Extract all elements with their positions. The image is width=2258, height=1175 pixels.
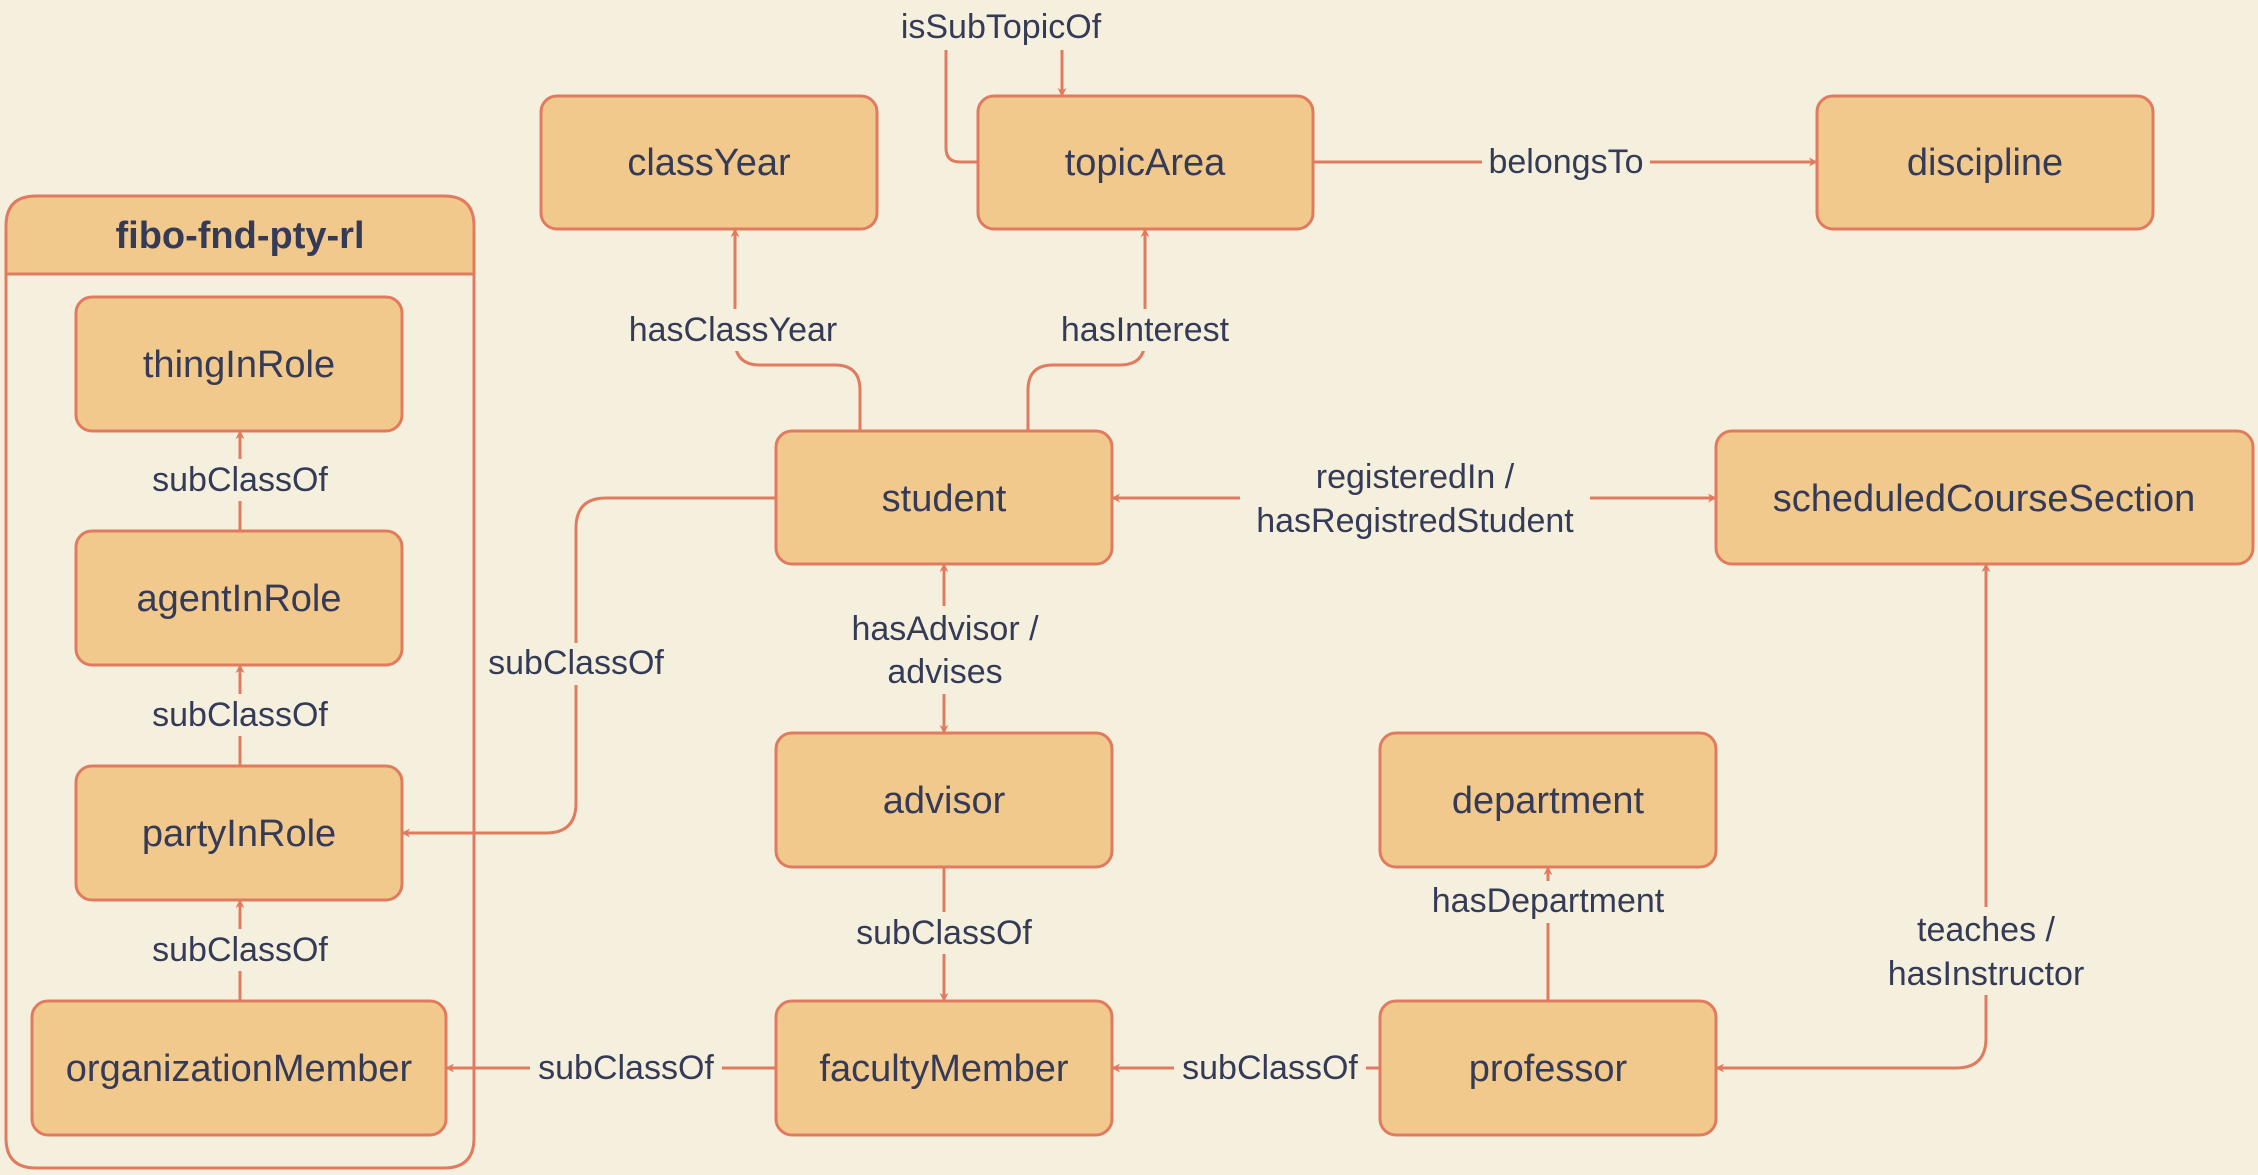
group-title: fibo-fnd-pty-rl	[115, 215, 364, 257]
node-label: organizationMember	[66, 1048, 413, 1090]
edge-isSubTopicOf	[944, 50, 978, 164]
edge-label-student-subClassOf[interactable]: subClassOf	[488, 644, 664, 682]
node-label: professor	[1469, 1048, 1628, 1090]
edge-label-hasClassYear[interactable]: hasClassYear	[629, 311, 838, 349]
node-professor[interactable]: professor	[1378, 999, 1718, 1137]
node-student[interactable]: student	[774, 429, 1114, 566]
node-thingInRole[interactable]: thingInRole	[74, 295, 404, 433]
edge-label-party-subClassOf[interactable]: subClassOf	[152, 696, 328, 734]
edge-label-agent-subClassOf[interactable]: subClassOf	[152, 461, 328, 499]
edge-label-advisor-subClassOf[interactable]: subClassOf	[856, 914, 1032, 952]
node-label: thingInRole	[143, 344, 335, 386]
node-organizationMember[interactable]: organizationMember	[30, 999, 448, 1137]
node-classYear[interactable]: classYear	[539, 94, 879, 231]
edge-label-registeredIn-line1[interactable]: registeredIn /	[1316, 458, 1515, 496]
node-scheduledCourseSection[interactable]: scheduledCourseSection	[1714, 429, 2255, 566]
edge-label-teaches-line2[interactable]: hasInstructor	[1888, 955, 2085, 993]
node-label: discipline	[1907, 142, 2063, 184]
edge-label-registeredIn-line2[interactable]: hasRegistredStudent	[1256, 502, 1574, 540]
node-label: scheduledCourseSection	[1773, 478, 2196, 520]
node-facultyMember[interactable]: facultyMember	[774, 999, 1114, 1137]
node-label: facultyMember	[819, 1048, 1069, 1090]
edge-label-hasAdvisor-line2[interactable]: advises	[887, 653, 1002, 691]
edge-label-hasAdvisor-line1[interactable]: hasAdvisor /	[851, 610, 1039, 648]
edge-label-belongsTo[interactable]: belongsTo	[1488, 143, 1643, 181]
node-label: topicArea	[1065, 142, 1226, 184]
node-department[interactable]: department	[1378, 731, 1718, 869]
node-label: classYear	[627, 142, 791, 184]
node-discipline[interactable]: discipline	[1815, 94, 2155, 231]
edge-label-teaches-line1[interactable]: teaches /	[1917, 911, 2056, 949]
edge-label-orgmember-subClassOf[interactable]: subClassOf	[152, 931, 328, 969]
node-partyInRole[interactable]: partyInRole	[74, 764, 404, 902]
edge-label-hasDepartment[interactable]: hasDepartment	[1432, 882, 1665, 920]
edge-label-isSubTopicOf[interactable]: isSubTopicOf	[901, 8, 1102, 46]
ontology-diagram: marker#arr { overflow: visible; } fibo-f…	[4, 8, 2255, 1170]
edge-label-faculty-subClassOf[interactable]: subClassOf	[538, 1049, 714, 1087]
node-agentInRole[interactable]: agentInRole	[74, 529, 404, 667]
node-label: advisor	[883, 780, 1006, 822]
node-label: agentInRole	[137, 578, 342, 620]
node-label: student	[882, 478, 1007, 520]
node-topicArea[interactable]: topicArea	[976, 94, 1315, 231]
edge-label-hasInterest[interactable]: hasInterest	[1061, 311, 1230, 349]
node-advisor[interactable]: advisor	[774, 731, 1114, 869]
node-label: partyInRole	[142, 813, 336, 855]
edge-label-professor-subClassOf[interactable]: subClassOf	[1182, 1049, 1358, 1087]
node-label: department	[1452, 780, 1645, 822]
